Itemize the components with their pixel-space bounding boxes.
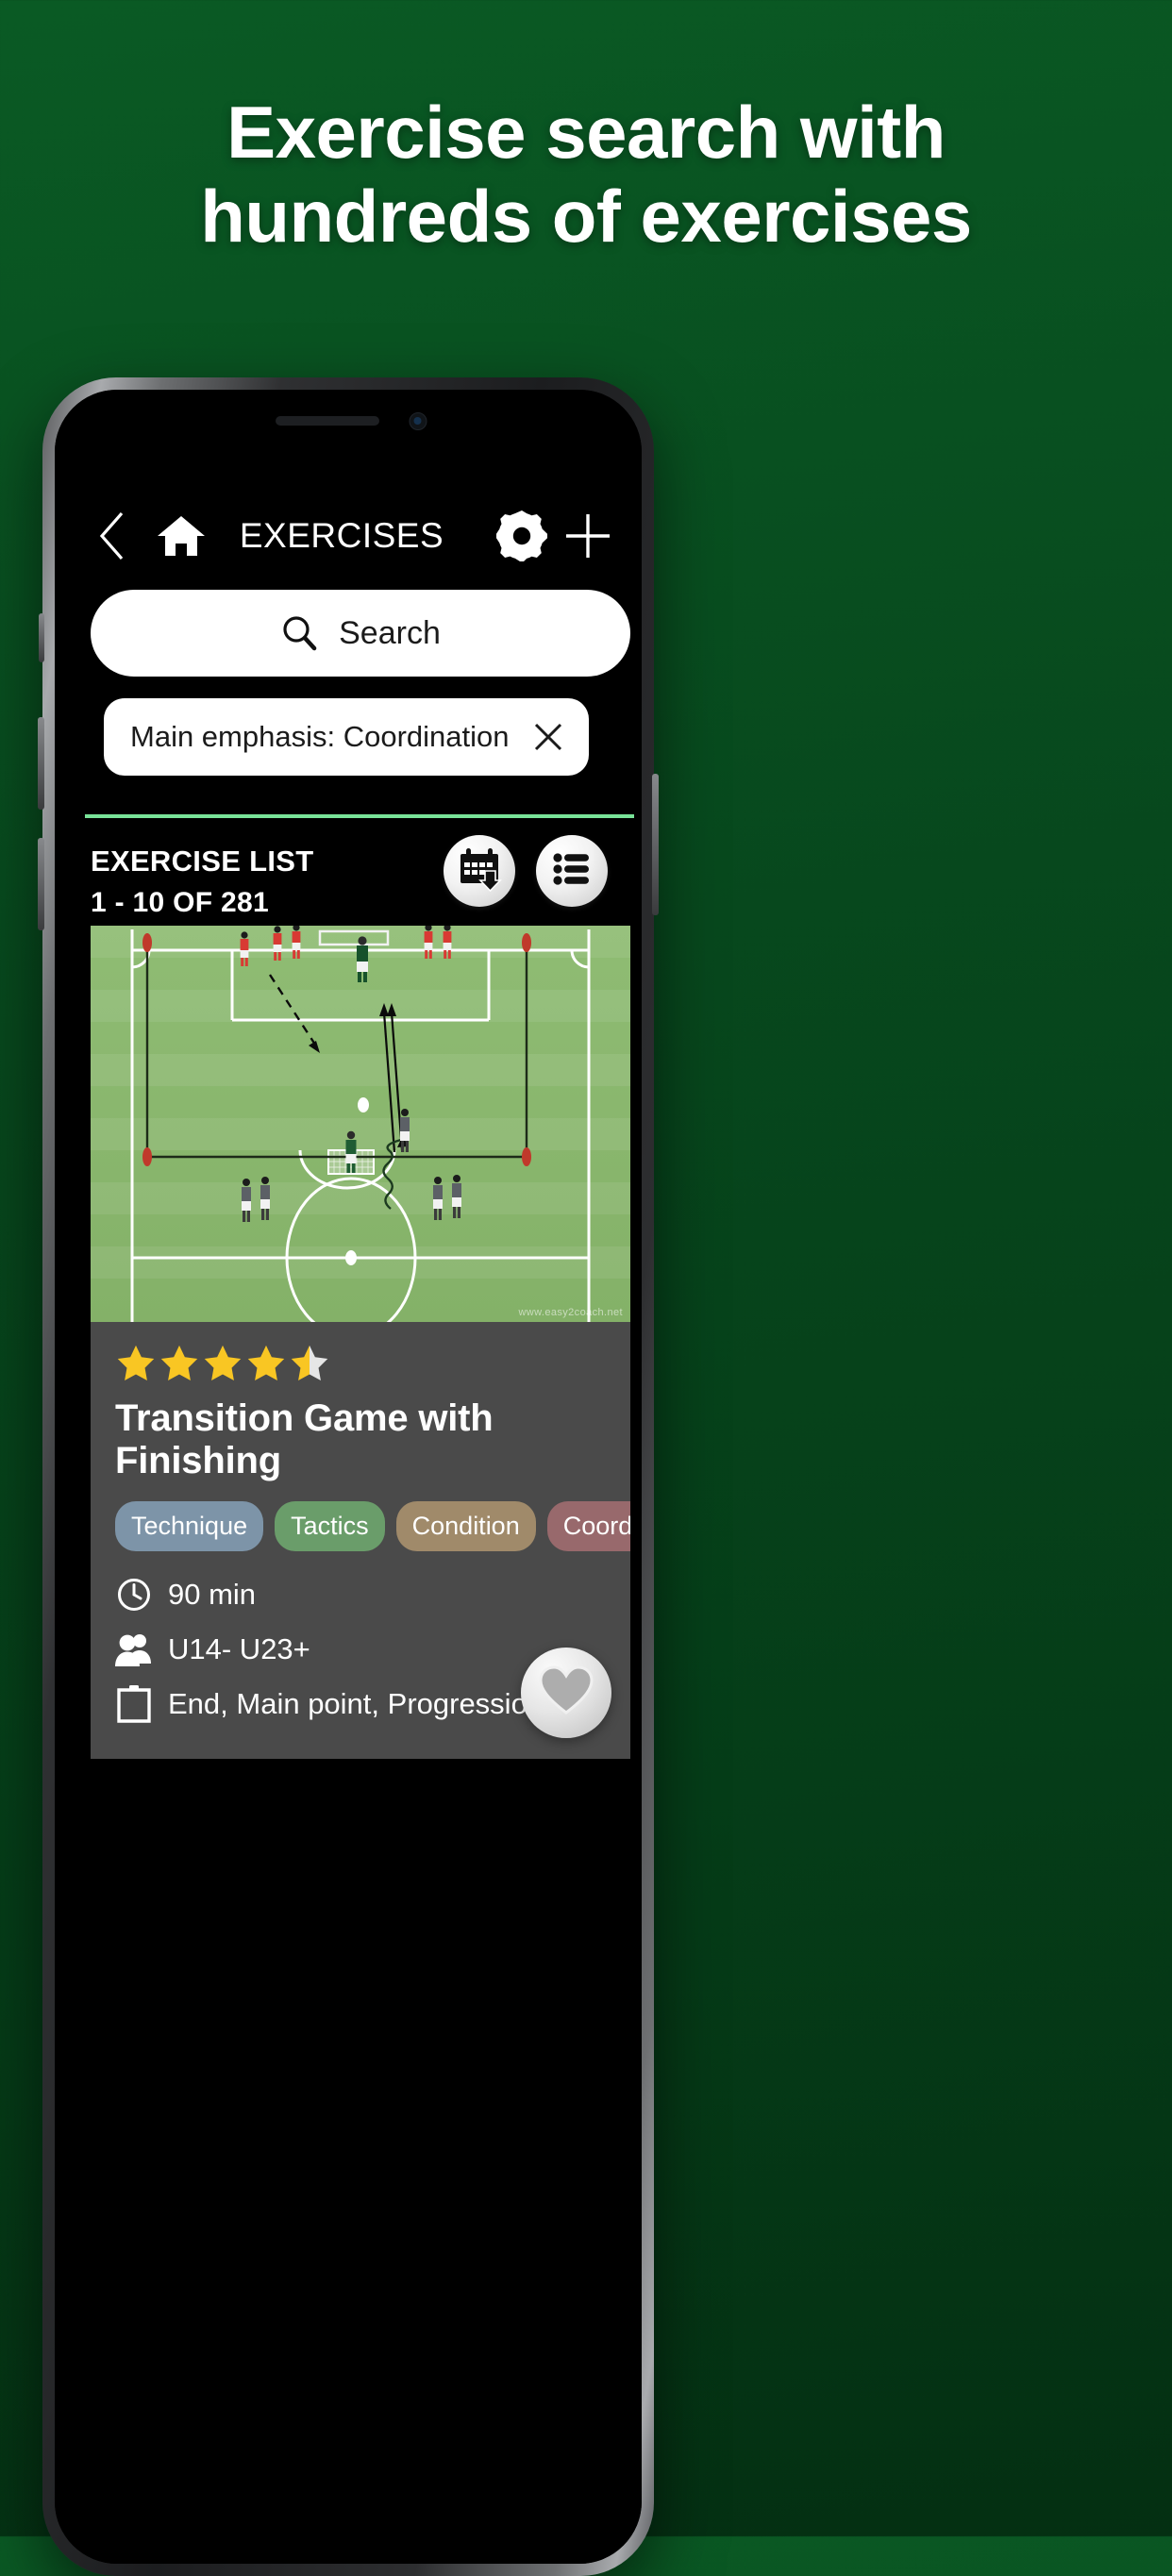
settings-button[interactable]: [494, 509, 549, 563]
front-camera: [409, 412, 427, 430]
phone-notch: [193, 390, 504, 454]
list-view-button[interactable]: [536, 835, 608, 907]
exercise-phases-text: End, Main point, Progression: [168, 1687, 544, 1720]
headline-line-1: Exercise search with: [226, 91, 946, 174]
exercise-diagram[interactable]: www.easy2coach.net: [91, 926, 630, 1322]
app-header: EXERCISES: [55, 493, 642, 578]
clock-icon: [115, 1576, 153, 1614]
back-button[interactable]: [91, 508, 134, 564]
close-icon[interactable]: [532, 721, 564, 753]
headline-line-2: hundreds of exercises: [200, 174, 972, 258]
app-screen: EXERCISES Search Main emphasis: Coordina…: [55, 390, 642, 2564]
exercise-card-body: Transition Game with Finishing Technique…: [91, 1322, 630, 1759]
search-input[interactable]: Search: [91, 590, 630, 677]
star-icon: [204, 1345, 242, 1380]
exercise-list-count: 1 - 10 OF 281: [91, 887, 269, 918]
exercise-age-text: U14- U23+: [168, 1632, 310, 1665]
search-placeholder: Search: [339, 614, 441, 651]
phone-mockup: EXERCISES Search Main emphasis: Coordina…: [38, 377, 659, 2576]
exercise-duration-text: 90 min: [168, 1578, 257, 1611]
exercise-title: Transition Game with Finishing: [115, 1397, 494, 1481]
exercise-list-title: EXERCISE LIST: [91, 845, 314, 878]
phone-screen-bezel: EXERCISES Search Main emphasis: Coordina…: [55, 390, 642, 2564]
star-icon: [247, 1345, 285, 1380]
filter-chip-label: Main emphasis: Coordination: [130, 720, 510, 753]
promo-headline: Exercise search with hundreds of exercis…: [0, 91, 1172, 259]
phone-mute-switch: [39, 613, 44, 662]
search-icon: [280, 614, 318, 652]
calendar-download-button[interactable]: [444, 835, 515, 907]
clipboard-icon: [115, 1685, 153, 1723]
heart-icon: [539, 1664, 594, 1721]
exercise-tags: Technique Tactics Condition Coordination: [115, 1501, 630, 1551]
active-filters: Main emphasis: Coordination: [104, 698, 642, 776]
tag-tactics[interactable]: Tactics: [275, 1501, 385, 1551]
people-icon: [115, 1631, 153, 1668]
calendar-download-icon: [456, 845, 503, 897]
add-exercise-button[interactable]: [561, 509, 615, 563]
tag-condition[interactable]: Condition: [395, 1501, 536, 1551]
earpiece-speaker: [276, 416, 379, 426]
section-divider: [85, 814, 634, 818]
tag-coordination[interactable]: Coordination: [546, 1501, 630, 1551]
phone-power-button: [652, 774, 659, 915]
rating-stars: [115, 1343, 606, 1384]
filter-chip-main-emphasis[interactable]: Main emphasis: Coordination: [104, 698, 589, 776]
exercise-list-header: EXERCISE LIST 1 - 10 OF 281: [91, 835, 617, 919]
star-icon: [160, 1345, 198, 1380]
list-icon: [550, 847, 594, 895]
exercise-duration: 90 min: [115, 1576, 606, 1614]
tag-technique[interactable]: Technique: [115, 1501, 264, 1551]
exercise-card[interactable]: www.easy2coach.net Transition Game with …: [91, 926, 630, 1759]
star-icon: [117, 1345, 155, 1380]
phone-volume-down-button: [38, 838, 44, 930]
diagram-watermark: www.easy2coach.net: [518, 1307, 623, 1318]
star-half-icon: [291, 1345, 328, 1380]
page-title: EXERCISES: [239, 516, 444, 555]
favorite-button[interactable]: [521, 1648, 611, 1738]
phone-volume-up-button: [38, 717, 44, 810]
